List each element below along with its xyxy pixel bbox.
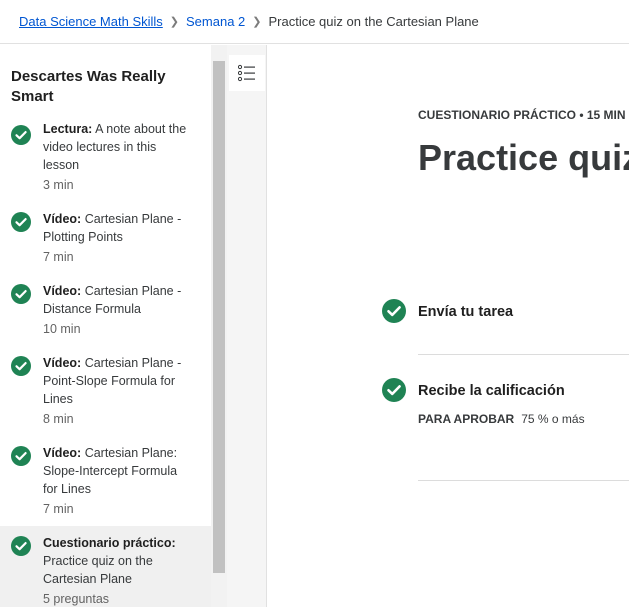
lesson-meta: 5 preguntas	[43, 592, 110, 606]
lesson-type: Vídeo:	[43, 284, 82, 298]
sidebar-item-video-slope-intercept[interactable]: Vídeo: Cartesian Plane: Slope-Intercept …	[0, 444, 211, 524]
sidebar-item-video-distance[interactable]: Vídeo: Cartesian Plane - Distance Formul…	[0, 282, 211, 346]
toggle-outline-button[interactable]	[229, 55, 265, 91]
check-circle-icon	[11, 536, 31, 556]
sidebar-item-video-plotting[interactable]: Vídeo: Cartesian Plane - Plotting Points…	[0, 210, 211, 274]
pass-value: 75 % o más	[521, 412, 585, 426]
lesson-meta: 10 min	[43, 322, 81, 336]
chevron-right-icon: ❯	[252, 16, 262, 28]
breadcrumb-course-link[interactable]: Data Science Math Skills	[19, 14, 163, 29]
lesson-type: Lectura:	[43, 122, 93, 136]
lesson-type: Vídeo:	[43, 212, 82, 226]
lesson-sidebar: Descartes Was Really Smart Lectura: A no…	[0, 45, 211, 607]
check-circle-icon	[11, 125, 31, 145]
sidebar-scrollbar-thumb[interactable]	[213, 61, 225, 573]
quiz-main-content: CUESTIONARIO PRÁCTICO • 15 MIN Practice …	[268, 45, 629, 607]
step-grade-label: Recibe la calificación	[418, 383, 565, 399]
lesson-meta: 7 min	[43, 502, 74, 516]
pass-requirement: PARA APROBAR 75 % o más	[418, 412, 585, 426]
lesson-meta: 7 min	[43, 250, 74, 264]
lesson-type: Vídeo:	[43, 446, 82, 460]
lesson-type: Cuestionario práctico:	[43, 536, 176, 550]
check-circle-icon	[382, 299, 406, 323]
breadcrumb: Data Science Math Skills ❯ Semana 2 ❯ Pr…	[0, 0, 629, 44]
check-circle-icon	[11, 284, 31, 304]
check-circle-icon	[11, 356, 31, 376]
breadcrumb-week-link[interactable]: Semana 2	[186, 14, 245, 29]
divider	[418, 480, 629, 481]
chevron-right-icon: ❯	[169, 16, 179, 28]
check-circle-icon	[11, 212, 31, 232]
sidebar-item-reading[interactable]: Lectura: A note about the video lectures…	[0, 120, 211, 202]
lesson-meta: 8 min	[43, 412, 74, 426]
sidebar-title: Descartes Was Really Smart	[11, 68, 166, 105]
sidebar-item-video-point-slope[interactable]: Vídeo: Cartesian Plane - Point-Slope For…	[0, 354, 211, 436]
lesson-type: Vídeo:	[43, 356, 82, 370]
page-title: Practice quiz on the Cartesian Plane	[418, 137, 629, 178]
pass-label: PARA APROBAR	[418, 412, 515, 426]
divider	[418, 354, 629, 355]
list-icon	[238, 64, 255, 82]
check-circle-icon	[382, 378, 406, 402]
step-submit-label: Envía tu tarea	[418, 304, 514, 320]
breadcrumb-current: Practice quiz on the Cartesian Plane	[268, 14, 479, 29]
check-circle-icon	[11, 446, 31, 466]
lesson-meta: 3 min	[43, 178, 74, 192]
sidebar-item-practice-quiz[interactable]: Cuestionario práctico: Practice quiz on …	[0, 526, 211, 607]
lesson-title: Practice quiz on the Cartesian Plane	[43, 554, 153, 586]
quiz-kicker: CUESTIONARIO PRÁCTICO • 15 MIN	[418, 108, 626, 122]
sidebar-toggle-column	[227, 45, 267, 607]
